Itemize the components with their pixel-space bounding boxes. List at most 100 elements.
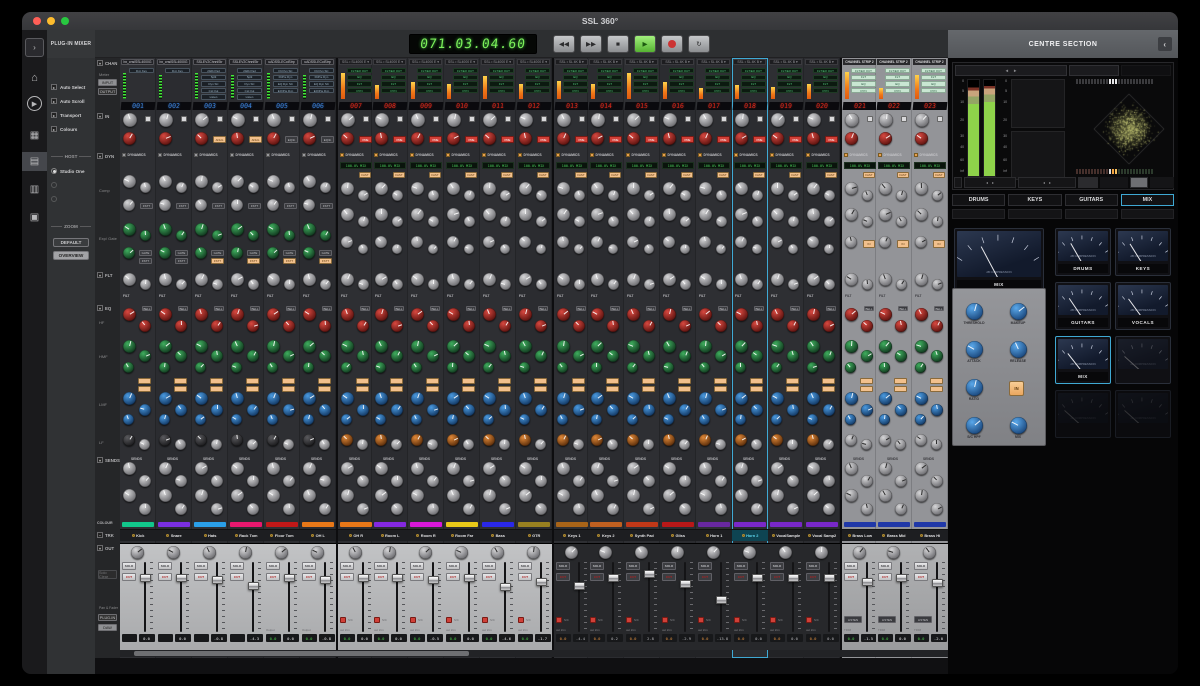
knob[interactable] [483, 362, 494, 373]
knob[interactable] [627, 182, 640, 195]
listen-sc-button[interactable]: LISTEN [878, 616, 896, 623]
plugin-header[interactable]: SSL • SL 4K B ▾ [697, 59, 730, 65]
zoom-overview-button[interactable]: OVERVIEW [53, 251, 89, 260]
knob[interactable] [807, 236, 819, 248]
knob[interactable] [699, 362, 710, 373]
solo-button[interactable]: SOLO [122, 562, 136, 570]
channel-function-button[interactable]: FLT/EQ OUT [885, 68, 910, 73]
knob[interactable] [428, 244, 438, 254]
knob[interactable] [447, 236, 459, 248]
knob[interactable] [499, 439, 510, 450]
knob[interactable] [752, 279, 763, 290]
channel-colour-bar[interactable] [374, 522, 406, 527]
knob[interactable] [411, 362, 422, 373]
knob[interactable] [845, 132, 858, 145]
knob[interactable] [879, 182, 892, 195]
knob[interactable] [815, 546, 828, 559]
pre-button[interactable]: PRE [501, 136, 514, 143]
knob[interactable] [879, 113, 893, 127]
knob[interactable] [267, 247, 279, 259]
knob[interactable] [319, 404, 331, 416]
knob[interactable] [557, 489, 570, 502]
knob[interactable] [807, 208, 820, 221]
knob[interactable] [787, 320, 799, 332]
knob[interactable] [519, 392, 532, 405]
knob[interactable] [807, 392, 820, 405]
knob[interactable] [447, 113, 461, 127]
knob[interactable] [139, 439, 150, 450]
gate-button[interactable]: GATE [247, 250, 260, 256]
knob[interactable] [375, 362, 386, 373]
knob[interactable] [427, 350, 439, 362]
knob[interactable] [499, 503, 511, 515]
channels-icon[interactable]: ▦ [25, 126, 44, 145]
option-auto-scroll[interactable]: ▸Auto Scroll [51, 98, 85, 104]
knob[interactable] [267, 462, 280, 475]
fast-button[interactable]: FAST [501, 172, 513, 178]
knob[interactable] [574, 244, 584, 254]
channel-function-button[interactable]: FLT [633, 81, 658, 86]
listen-sc-button[interactable] [770, 617, 776, 623]
phase-button[interactable] [867, 116, 873, 122]
track-name[interactable]: Brass Hi [912, 529, 948, 541]
plugin-header[interactable]: SSL • SL4000 E ▾ [373, 59, 406, 65]
pre-button[interactable]: PRE [609, 136, 622, 143]
knob[interactable] [679, 503, 691, 515]
knob[interactable] [159, 392, 172, 405]
knob[interactable] [643, 320, 655, 332]
listen-sc-button[interactable] [482, 617, 488, 623]
knob[interactable] [411, 236, 423, 248]
bell-button[interactable]: BELL [646, 306, 656, 311]
solo-button[interactable]: SOLO [844, 562, 858, 570]
channel-function-button[interactable]: FLT [777, 81, 802, 86]
knob[interactable] [123, 273, 136, 286]
fader-handle[interactable] [824, 574, 835, 582]
knob[interactable] [699, 414, 710, 425]
listen-sc-button[interactable]: LISTEN [914, 616, 932, 623]
channel-strip[interactable]: SSLEV2ChnnlStr20db PadSplitDyn SCCH OutL… [192, 58, 228, 658]
plugin-mixer-icon[interactable]: ▤ [22, 152, 47, 171]
knob[interactable] [427, 320, 439, 332]
channel-colour-bar[interactable] [626, 522, 658, 527]
knob[interactable] [499, 404, 511, 416]
knob[interactable] [557, 392, 570, 405]
knob[interactable] [771, 392, 784, 405]
knob[interactable] [483, 208, 496, 221]
eq-in-button[interactable] [930, 386, 943, 392]
channel-function-button[interactable]: CH Out [237, 88, 262, 93]
eq-in-button[interactable] [426, 386, 439, 392]
dynamics-header[interactable]: DYNAMICS [590, 153, 614, 157]
fader-track[interactable] [756, 562, 758, 632]
knob[interactable] [671, 546, 684, 559]
track-name[interactable]: Kick [120, 529, 156, 541]
plugin-header[interactable]: SSL • SL4000 E ▾ [445, 59, 478, 65]
channel-function-button[interactable]: EQ [597, 75, 622, 80]
knob[interactable] [195, 414, 206, 425]
solo-clear-button[interactable]: Solo Clear [98, 570, 117, 579]
knob[interactable] [303, 340, 316, 353]
channel-function-button[interactable]: FLT [741, 81, 766, 86]
trim-value[interactable]: 0.0 [266, 634, 281, 642]
track-name[interactable]: Horn 1 [696, 529, 732, 541]
fader-track[interactable] [144, 562, 146, 632]
knob[interactable] [895, 320, 907, 332]
home-icon[interactable]: ⌂ [25, 68, 44, 87]
host-slot-3[interactable] [51, 196, 57, 202]
fader-track[interactable] [504, 562, 506, 632]
bell-button[interactable]: BELL [864, 306, 874, 311]
fader-track[interactable] [578, 562, 580, 632]
knob[interactable] [644, 279, 655, 290]
phase-button[interactable] [757, 116, 763, 122]
knob[interactable] [699, 340, 712, 353]
plugin-header[interactable]: uADSSLEColStrp [301, 59, 334, 65]
bell-button[interactable]: BELL [754, 306, 764, 311]
knob[interactable] [915, 462, 928, 475]
channel-strip[interactable]: SSL • SL 4K B ▾FLT/EQ OUTEQFLTDYN019PRED… [768, 58, 804, 658]
channel-function-button[interactable]: EQ [813, 75, 838, 80]
knob[interactable] [483, 434, 495, 446]
mixer-strips-icon[interactable]: ▥ [25, 180, 44, 199]
knob[interactable] [735, 392, 748, 405]
knob[interactable] [419, 546, 432, 559]
eq-dyn-sc-button[interactable] [930, 378, 943, 384]
knob[interactable] [231, 414, 242, 425]
